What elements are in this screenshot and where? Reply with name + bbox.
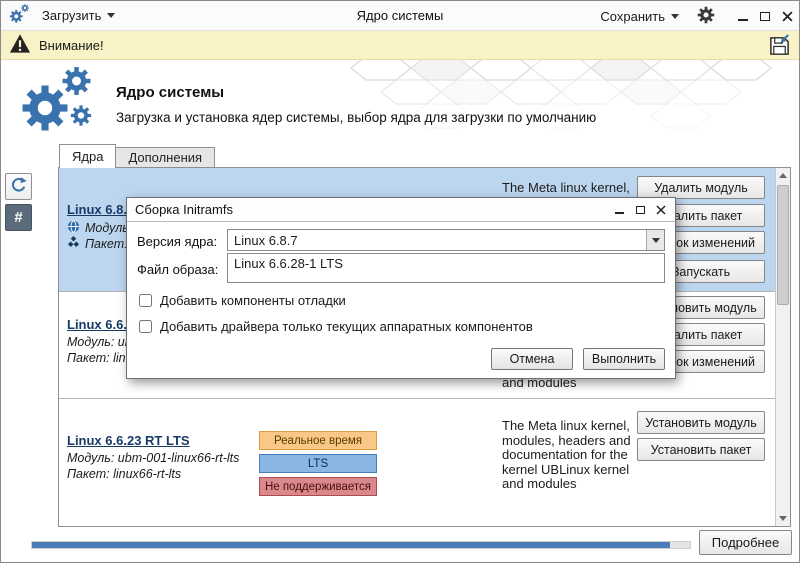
minimize-button[interactable] <box>737 10 749 22</box>
app-window: Загрузить Ядро системы Сохранить <box>0 0 800 563</box>
kernel-row-3[interactable]: Linux 6.6.23 RT LTS Модуль: ubm-001-linu… <box>59 398 775 524</box>
kernel-version-combobox[interactable]: Linux 6.8.7 <box>227 229 665 251</box>
maximize-button[interactable] <box>759 10 771 22</box>
kernel-version-value: Linux 6.8.7 <box>228 233 646 248</box>
load-menu-button[interactable]: Загрузить <box>36 5 121 26</box>
debug-checkbox-row: Добавить компоненты отладки <box>139 293 346 308</box>
load-menu-label: Загрузить <box>42 8 101 23</box>
settings-gear-icon[interactable] <box>697 6 715 27</box>
run-button[interactable]: Выполнить <box>583 348 665 370</box>
page-title: Ядро системы <box>116 84 224 101</box>
hexagon-pattern <box>141 60 799 143</box>
cancel-button[interactable]: Отмена <box>491 348 573 370</box>
triangle-up-icon <box>779 173 787 178</box>
dialog-close-button[interactable] <box>655 204 667 216</box>
kernel-name-link[interactable]: Linux 6.8.7 <box>67 202 134 217</box>
vertical-scrollbar[interactable] <box>775 168 790 526</box>
kernel-version-label: Версия ядра: <box>137 234 217 249</box>
save-disk-icon[interactable] <box>768 34 791 57</box>
delete-module-button[interactable]: Удалить модуль <box>637 176 765 199</box>
globe-icon <box>67 220 80 236</box>
module-label: Модуль: ubm-001-linux66-rt-lts <box>67 451 239 465</box>
drivers-checkbox[interactable] <box>139 320 152 333</box>
close-button[interactable] <box>781 10 793 22</box>
tag-unsupported: Не поддерживается <box>259 477 377 496</box>
package-label: Пакет: linux66-rt-lts <box>67 467 181 481</box>
warning-bar: Внимание! <box>1 31 799 60</box>
progress-fill <box>32 542 670 548</box>
drivers-checkbox-row: Добавить драйвера только текущих аппарат… <box>139 319 533 334</box>
tag-lts: LTS <box>259 454 377 473</box>
titlebar: Загрузить Ядро системы Сохранить <box>1 1 799 31</box>
hash-button[interactable]: # <box>5 204 32 231</box>
scroll-up-button[interactable] <box>776 168 790 183</box>
image-file-input[interactable]: Linux 6.6.28-1 LTS <box>227 253 665 283</box>
tag-realtime: Реальное время <box>259 431 377 450</box>
initramfs-dialog: Сборка Initramfs Версия ядра: Linux 6.8.… <box>126 197 676 379</box>
warning-text: Внимание! <box>39 38 104 53</box>
kernel-name-link[interactable]: Linux 6.6.23 RT LTS <box>67 433 190 448</box>
install-package-button[interactable]: Установить пакет <box>637 438 765 461</box>
drivers-checkbox-label: Добавить драйвера только текущих аппарат… <box>160 319 533 334</box>
combo-arrow-button[interactable] <box>646 230 664 250</box>
scroll-down-button[interactable] <box>776 511 790 526</box>
tab-bar: Ядра Дополнения <box>59 144 215 168</box>
save-menu-button[interactable]: Сохранить <box>594 6 685 27</box>
install-module-button[interactable]: Установить модуль <box>637 411 765 434</box>
save-menu-label: Сохранить <box>600 9 665 24</box>
dialog-title: Сборка Initramfs <box>135 202 233 217</box>
chevron-down-icon <box>671 14 679 19</box>
debug-checkbox-label: Добавить компоненты отладки <box>160 293 346 308</box>
app-gears-icon <box>8 3 30 28</box>
page-header: Ядро системы Загрузка и установка ядер с… <box>1 60 799 143</box>
chevron-down-icon <box>107 13 115 18</box>
page-subtitle: Загрузка и установка ядер системы, выбор… <box>116 110 596 125</box>
tab-kernels[interactable]: Ядра <box>59 144 116 168</box>
scrollbar-thumb[interactable] <box>777 185 789 305</box>
progress-bar <box>31 541 691 549</box>
tab-addons[interactable]: Дополнения <box>116 147 215 168</box>
details-button[interactable]: Подробнее <box>699 530 792 555</box>
warning-triangle-icon <box>9 33 31 57</box>
hash-icon: # <box>14 209 22 226</box>
refresh-button[interactable] <box>5 173 32 200</box>
dialog-maximize-button[interactable] <box>634 204 646 216</box>
refresh-icon <box>9 176 28 198</box>
kernel-description: The Meta linux kernel, modules, headers … <box>502 419 650 492</box>
package-icon <box>67 236 80 252</box>
triangle-down-icon <box>779 516 787 521</box>
debug-checkbox[interactable] <box>139 294 152 307</box>
dialog-minimize-button[interactable] <box>613 204 625 216</box>
dialog-titlebar[interactable]: Сборка Initramfs <box>127 198 675 222</box>
chevron-down-icon <box>652 238 660 243</box>
header-gears-icon <box>19 66 95 141</box>
image-file-label: Файл образа: <box>137 262 218 277</box>
